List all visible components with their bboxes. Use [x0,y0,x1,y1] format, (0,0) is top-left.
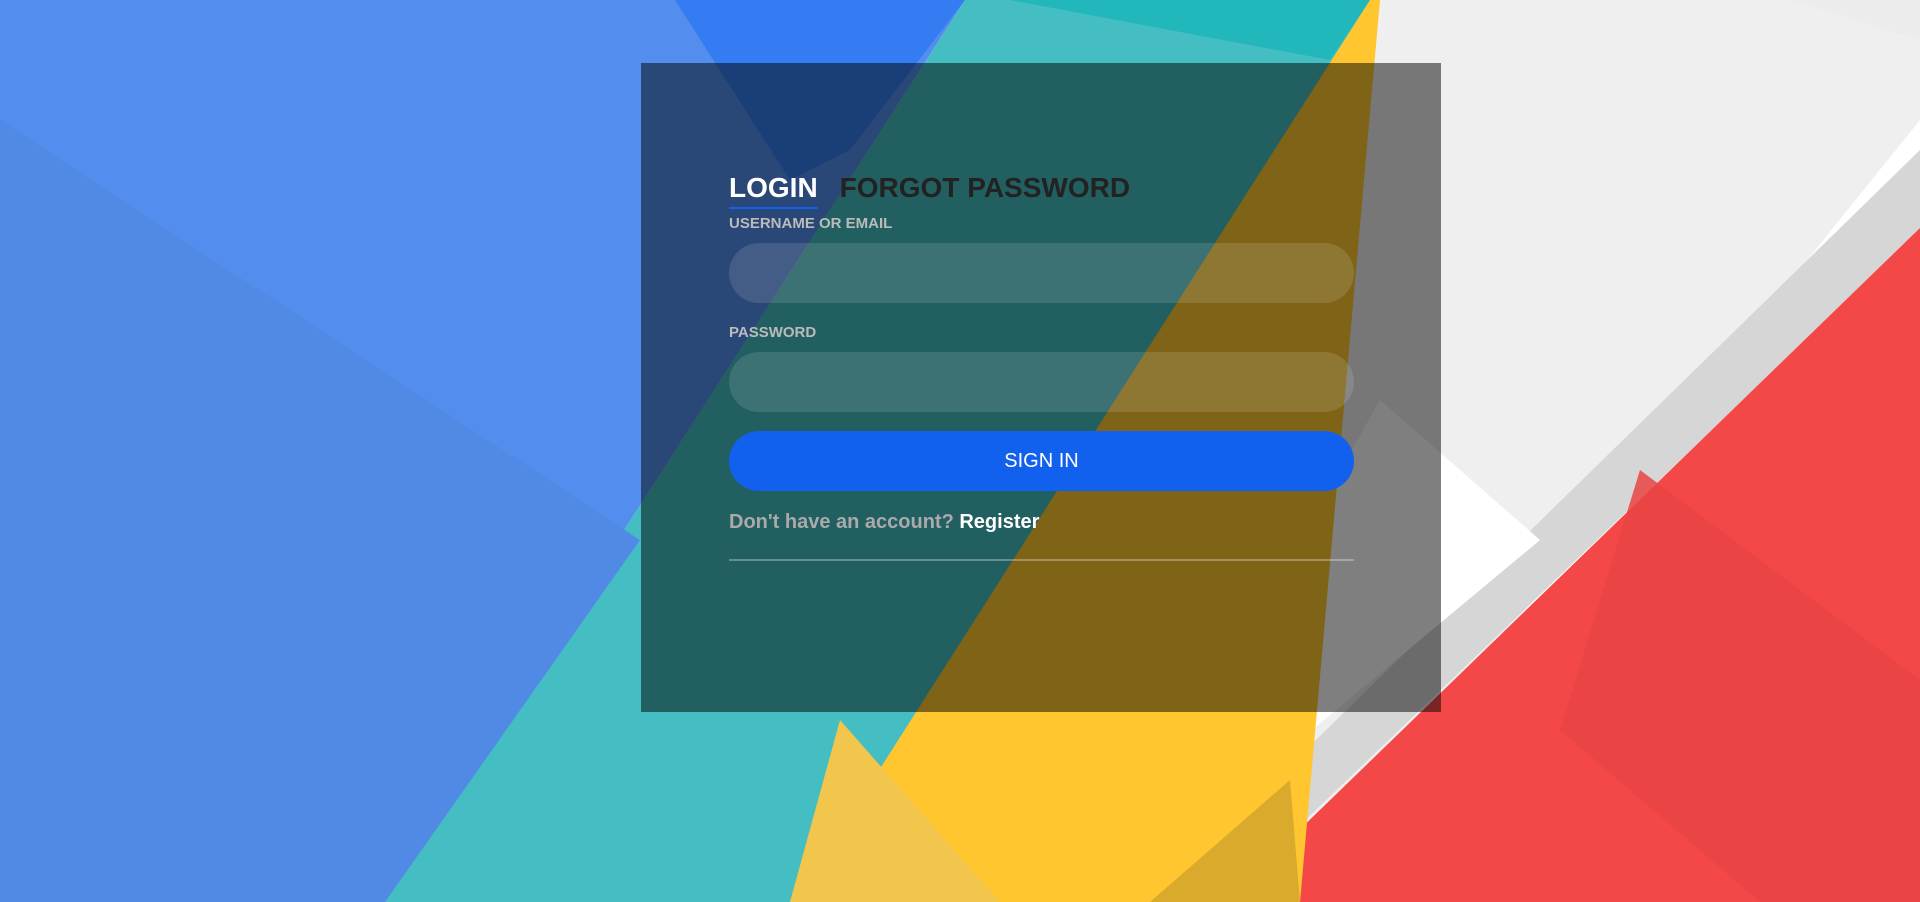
password-input[interactable] [729,352,1354,412]
username-label: USERNAME OR EMAIL [729,215,893,232]
password-label: PASSWORD [729,324,817,341]
login-form: LOGIN FORGOT PASSWORD USERNAME OR EMAIL P… [729,171,1354,561]
register-prompt: Don't have an account? Register [729,510,1354,534]
login-page: LOGIN FORGOT PASSWORD USERNAME OR EMAIL P… [0,0,1920,902]
tab-forgot-password[interactable]: FORGOT PASSWORD [840,171,1130,205]
username-input[interactable] [729,243,1354,303]
tab-bar: LOGIN FORGOT PASSWORD [729,171,1354,215]
register-link[interactable]: Register [959,511,1039,533]
login-panel: LOGIN FORGOT PASSWORD USERNAME OR EMAIL P… [641,63,1441,712]
tab-login[interactable]: LOGIN [729,171,818,209]
register-prompt-text: Don't have an account? [729,511,954,533]
divider [729,559,1354,561]
sign-in-button[interactable]: SIGN IN [729,431,1354,491]
